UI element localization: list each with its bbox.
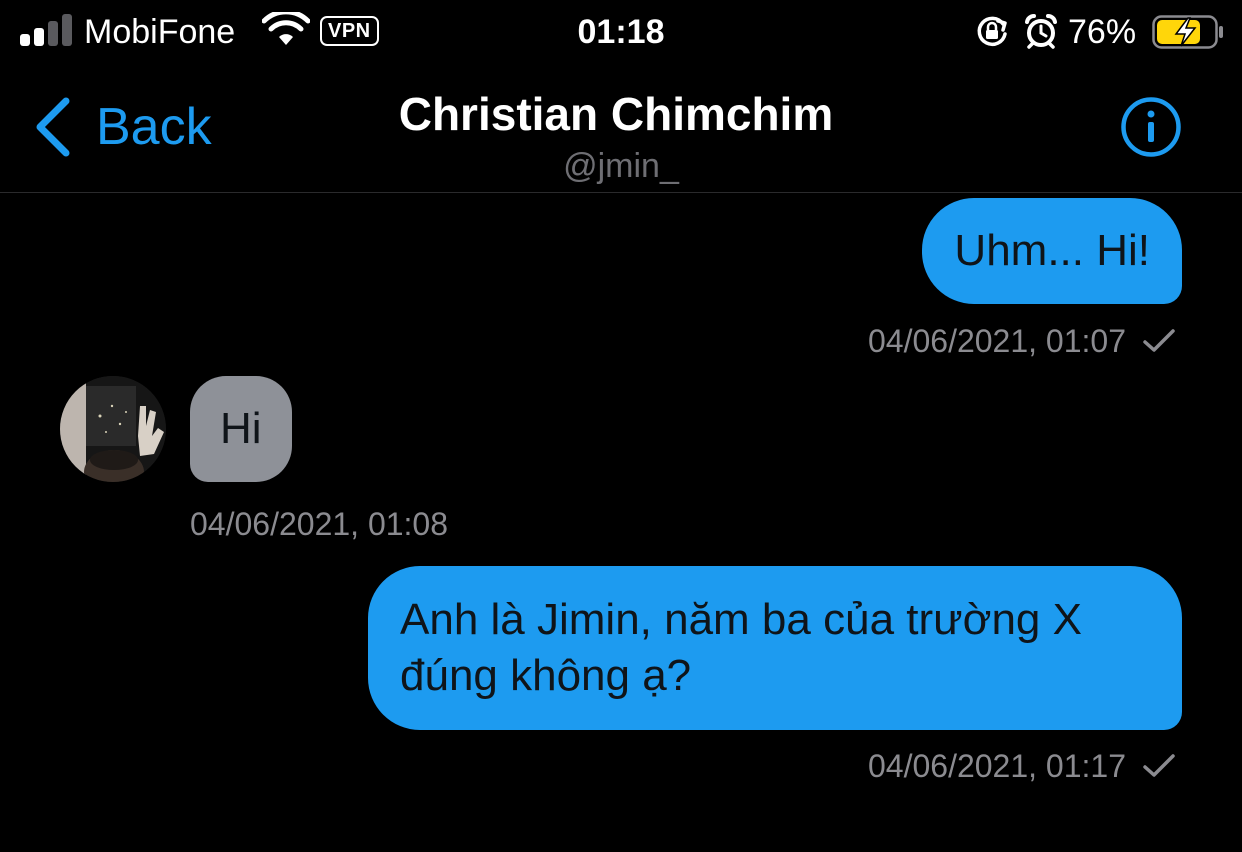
info-icon[interactable] (1120, 96, 1182, 158)
message-meta: 04/06/2021, 01:07 (868, 321, 1176, 361)
message-bubble-received[interactable]: Hi (190, 376, 292, 482)
avatar-photo (60, 376, 166, 482)
status-bar: MobiFone VPN 01:18 76% (0, 0, 1242, 64)
message-meta: 04/06/2021, 01:17 (868, 746, 1176, 786)
message-meta: 04/06/2021, 01:08 (190, 504, 448, 544)
avatar[interactable] (60, 376, 166, 482)
battery-percentage: 76% (1068, 13, 1137, 51)
checkmark-icon (1143, 329, 1175, 352)
message-bubble-sent[interactable]: Uhm... Hi! (922, 198, 1182, 304)
battery-charging-icon (1152, 15, 1223, 49)
message-timestamp: 04/06/2021, 01:08 (190, 506, 449, 542)
alarm-icon (1025, 13, 1057, 49)
message-timestamp: 04/06/2021, 01:07 (867, 323, 1126, 359)
message-timestamp: 04/06/2021, 01:17 (867, 748, 1126, 784)
message-bubble-sent[interactable]: Anh là Jimin, năm ba của trường X đúng k… (368, 566, 1182, 730)
checkmark-icon (1143, 754, 1175, 777)
contact-name: Christian Chimchim (398, 88, 834, 140)
conversation-header: Back Christian Chimchim @jmin_ (0, 64, 1242, 193)
rotation-lock-icon (977, 16, 1007, 47)
contact-handle: @jmin_ (563, 147, 679, 185)
